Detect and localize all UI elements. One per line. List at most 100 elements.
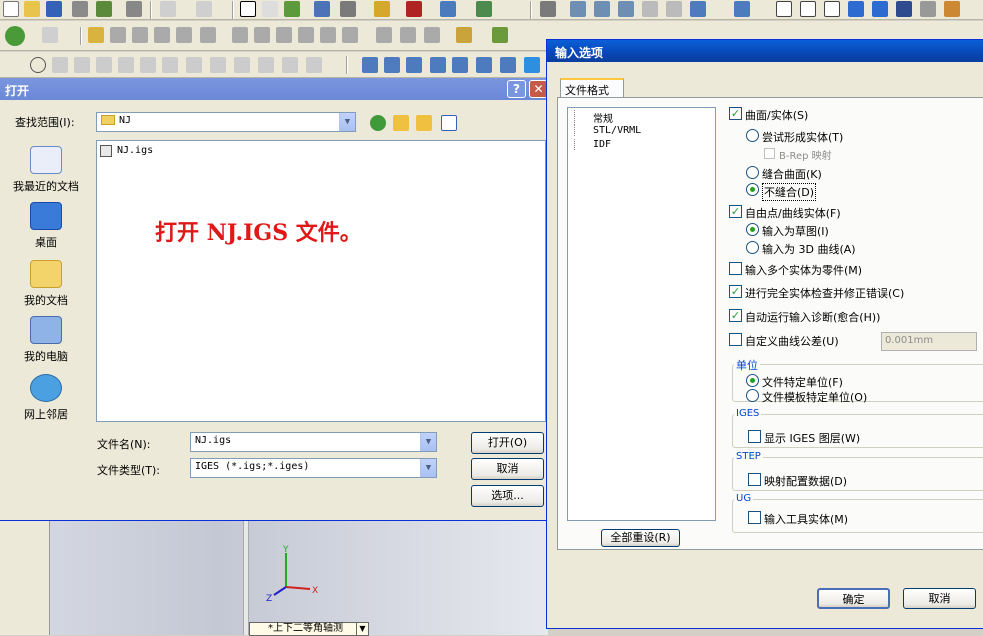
panel-divider[interactable] — [243, 521, 249, 635]
help-button[interactable]: ? — [507, 80, 526, 98]
mirror-icon[interactable] — [400, 27, 416, 43]
tree-item[interactable]: 常规 — [574, 110, 613, 125]
tree-item[interactable]: STL/VRML — [574, 125, 641, 136]
isometric-view-icon[interactable] — [524, 57, 540, 73]
tab-file-format[interactable]: 文件格式 — [560, 78, 624, 98]
extrude-icon[interactable] — [88, 27, 104, 43]
select-icon[interactable] — [240, 1, 256, 17]
place-my-documents[interactable]: 我的文档 — [1, 260, 91, 310]
place-my-computer[interactable]: 我的电脑 — [1, 316, 91, 366]
filetype-combo[interactable]: IGES (*.igs;*.iges) ▼ — [190, 458, 437, 478]
zoom-area-icon[interactable] — [594, 1, 610, 17]
try-form-solid-radio[interactable] — [746, 129, 759, 142]
cancel-button[interactable]: 取消 — [471, 458, 544, 480]
brep-mapping-checkbox[interactable] — [764, 148, 775, 159]
loft-icon[interactable] — [154, 27, 170, 43]
ok-button[interactable]: 确定 — [817, 588, 890, 609]
format-tree[interactable]: 常规 STL/VRML IDF — [567, 107, 716, 521]
zoom-in-icon[interactable] — [618, 1, 634, 17]
view-name-tab[interactable]: *上下二等角轴测 ▼ — [249, 622, 369, 636]
polygon-icon[interactable] — [74, 57, 90, 73]
arc-icon[interactable] — [96, 57, 112, 73]
file-units-radio[interactable] — [746, 374, 759, 387]
smart-select-icon[interactable] — [262, 1, 278, 17]
chevron-down-icon[interactable]: ▼ — [420, 459, 436, 477]
help-icon[interactable] — [374, 1, 390, 17]
graphics-area[interactable]: Y X Z *上下二等角轴测 ▼ — [0, 521, 548, 636]
knit-surfaces-radio[interactable] — [746, 166, 759, 179]
cut-icon[interactable] — [176, 27, 192, 43]
map-config-checkbox[interactable] — [748, 473, 761, 486]
back-icon[interactable] — [370, 115, 386, 131]
new-file-icon[interactable] — [3, 1, 19, 17]
magnet-icon[interactable] — [540, 1, 556, 17]
rectangle-icon[interactable] — [234, 57, 250, 73]
import-tool-bodies-checkbox[interactable] — [748, 511, 761, 524]
place-recent[interactable]: 我最近的文档 — [1, 146, 91, 196]
view-menu-icon[interactable] — [441, 115, 457, 131]
stack-icon[interactable] — [126, 1, 142, 17]
chevron-down-icon[interactable]: ▼ — [420, 433, 436, 451]
zoom-out-icon[interactable] — [642, 1, 658, 17]
zoom-fit-icon[interactable] — [570, 1, 586, 17]
move-icon[interactable] — [362, 57, 378, 73]
undo-icon[interactable] — [160, 1, 176, 17]
new-folder-icon[interactable] — [416, 115, 432, 131]
rotate-icon[interactable] — [666, 1, 682, 17]
import-dialog-titlebar[interactable]: 输入选项 — [547, 40, 983, 62]
hidden-lines-icon[interactable] — [800, 1, 816, 17]
shaded-edges-icon[interactable] — [824, 1, 840, 17]
realview-icon[interactable] — [944, 1, 960, 17]
import-as-3d-curve-radio[interactable] — [746, 241, 759, 254]
trim-icon[interactable] — [118, 57, 134, 73]
do-not-knit-radio[interactable] — [746, 183, 759, 196]
front-view-icon[interactable] — [384, 57, 400, 73]
redo-icon[interactable] — [196, 1, 212, 17]
view-orientation-icon[interactable] — [734, 1, 750, 17]
chevron-down-icon[interactable]: ▼ — [356, 623, 368, 635]
shaded-icon[interactable] — [848, 1, 864, 17]
sketch-fillet-icon[interactable] — [210, 57, 226, 73]
grid-icon[interactable] — [314, 1, 330, 17]
rebuild-icon[interactable] — [284, 1, 300, 17]
line-icon[interactable] — [52, 57, 68, 73]
circle-icon[interactable] — [30, 57, 46, 73]
save-icon[interactable] — [46, 1, 62, 17]
custom-tolerance-checkbox[interactable] — [729, 333, 742, 346]
fillet-icon[interactable] — [232, 27, 248, 43]
options-icon[interactable] — [340, 1, 356, 17]
smart-dimension-icon[interactable] — [42, 27, 58, 43]
view-icon[interactable] — [440, 1, 456, 17]
open-button[interactable]: 打开(O) — [471, 432, 544, 454]
tolerance-input[interactable]: 0.001mm — [881, 332, 977, 351]
calc-icon[interactable] — [476, 1, 492, 17]
import-cancel-button[interactable]: 取消 — [903, 588, 976, 609]
up-folder-icon[interactable] — [393, 115, 409, 131]
reference-icon[interactable] — [424, 27, 440, 43]
options-button[interactable]: 选项... — [471, 485, 544, 507]
place-network[interactable]: 网上邻居 — [1, 374, 91, 424]
file-list[interactable]: NJ.igs 打开 NJ.IGS 文件。 — [96, 140, 546, 422]
filename-combo[interactable]: NJ.igs ▼ — [190, 432, 437, 452]
template-units-radio[interactable] — [746, 389, 759, 402]
full-entity-check-checkbox[interactable]: ✓ — [729, 285, 742, 298]
section-view-icon[interactable] — [896, 1, 912, 17]
perspective-icon[interactable] — [920, 1, 936, 17]
bottom-view-icon[interactable] — [500, 57, 516, 73]
sketch-icon[interactable] — [5, 26, 25, 46]
slot-icon[interactable] — [258, 57, 274, 73]
shadows-icon[interactable] — [872, 1, 888, 17]
hole-icon[interactable] — [200, 27, 216, 43]
print-icon[interactable] — [72, 1, 88, 17]
pattern-icon[interactable] — [376, 27, 392, 43]
construction-icon[interactable] — [186, 57, 202, 73]
wireframe-icon[interactable] — [776, 1, 792, 17]
reset-all-button[interactable]: 全部重设(R) — [601, 529, 680, 547]
chamfer-icon[interactable] — [254, 27, 270, 43]
place-desktop[interactable]: 桌面 — [1, 202, 91, 252]
sweep-icon[interactable] — [132, 27, 148, 43]
auto-diagnostics-checkbox[interactable]: ✓ — [729, 309, 742, 322]
look-in-combo[interactable]: NJ ▼ — [96, 112, 356, 132]
free-point-curve-checkbox[interactable]: ✓ — [729, 205, 742, 218]
tree-item[interactable]: IDF — [574, 139, 611, 150]
